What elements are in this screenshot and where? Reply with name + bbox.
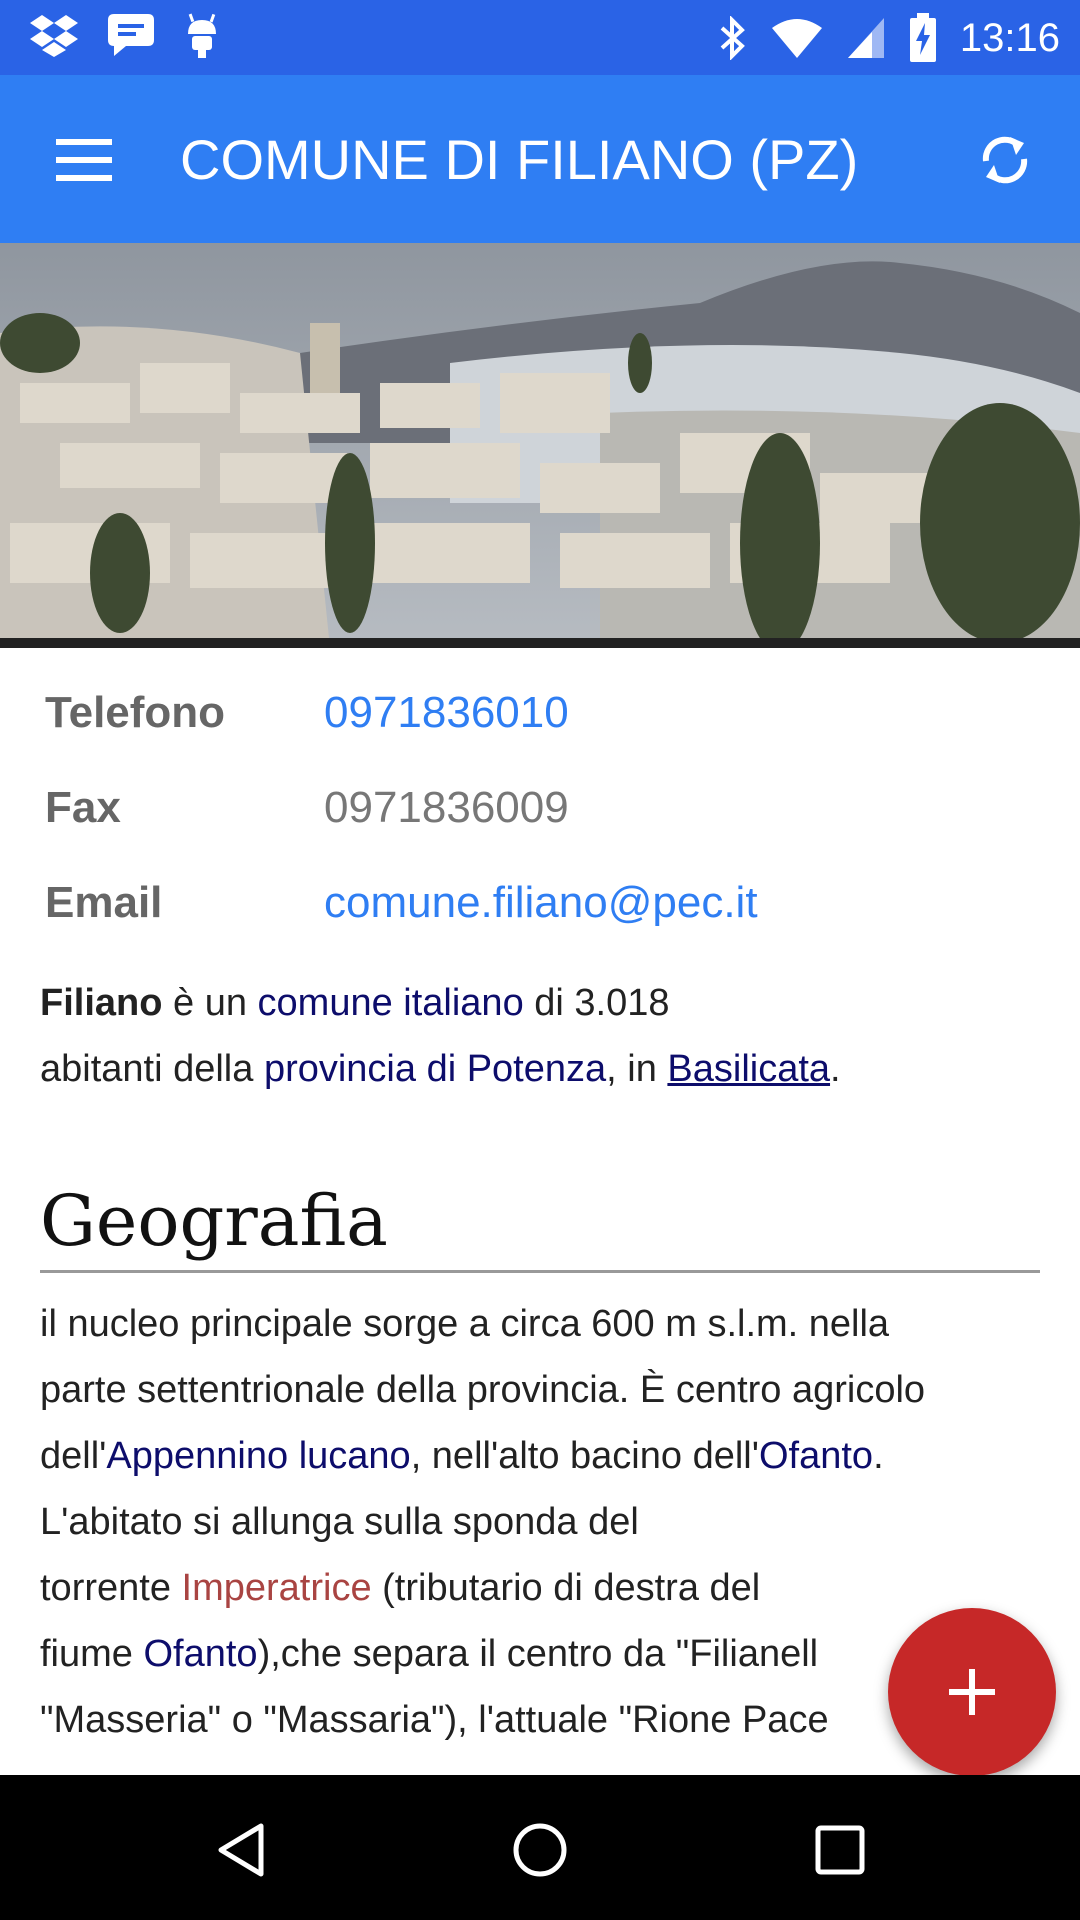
navigation-bar [0,1775,1080,1920]
intro-paragraph: Filiano è un comune italiano di 3.018 ab… [40,970,1040,1102]
status-bar: 13:16 [0,0,1080,75]
link-basilicata[interactable]: Basilicata [667,1048,830,1090]
menu-button[interactable] [42,125,112,195]
geo-text: (tributario di destra del [371,1567,761,1609]
battery-charging-icon [909,13,936,62]
link-ofanto[interactable]: Ofanto [759,1435,873,1477]
intro-bold-name: Filiano [40,982,163,1024]
geo-text: fiume [40,1633,144,1675]
fax-label: Fax [45,783,121,832]
geo-text: , nell'alto bacino dell' [410,1435,759,1477]
intro-text: . [830,1048,841,1090]
status-left-icons [30,12,220,58]
back-button[interactable] [196,1805,286,1895]
intro-line-2: abitanti della provincia di Potenza, in … [40,1036,1040,1102]
intro-line-1: Filiano è un comune italiano di 3.018 [40,970,1040,1036]
geo-text: . [873,1435,884,1477]
bluetooth-icon [720,16,745,60]
geo-text: ),che separa il centro da "Filianell [257,1633,819,1675]
hamburger-line [56,175,112,181]
intro-text: , in [606,1048,668,1090]
dropbox-icon [30,15,78,57]
geo-text: torrente [40,1567,182,1609]
app-bar: COMUNE DI FILIANO (PZ) [0,75,1080,243]
fax-value: 0971836009 [324,783,569,832]
link-provincia-potenza[interactable]: provincia di Potenza [264,1048,606,1090]
clock: 13:16 [959,15,1060,60]
wifi-icon [771,19,822,58]
phone-label: Telefono [45,688,226,737]
recents-icon [815,1825,865,1875]
town-photo-drawing [0,243,1080,648]
section-heading-geografia: Geografia [40,1180,1040,1273]
email-link[interactable]: comune.filiano@pec.it [324,878,758,928]
geo-line: parte settentrionale della provincia. È … [40,1369,926,1411]
hamburger-menu-icon [56,139,112,145]
geo-line: il nucleo principale sorge a circa 600 m… [40,1303,890,1345]
intro-text: è un [162,982,258,1024]
app-title: COMUNE DI FILIANO (PZ) [180,128,859,191]
intro-text: di 3.018 [523,982,670,1024]
geo-text: dell' [40,1435,107,1477]
email-label: Email [45,878,163,927]
geo-line: torrente Imperatrice (tributario di dest… [40,1555,1040,1621]
signal-icon [847,18,884,58]
link-comune-italiano[interactable]: comune italiano [258,982,524,1024]
home-icon [513,1823,567,1877]
status-right-icons: 13:16 [718,8,1060,68]
intro-text: abitanti della [40,1048,264,1090]
refresh-icon [982,136,1028,184]
phone-link[interactable]: 0971836010 [324,688,569,738]
refresh-button[interactable] [970,125,1040,195]
link-appennino-lucano[interactable]: Appennino lucano [106,1435,410,1477]
add-fab-button[interactable] [888,1608,1056,1776]
geo-line: dell'Appennino lucano, nell'alto bacino … [40,1423,1040,1489]
back-icon [218,1823,264,1877]
hamburger-line [56,157,112,163]
link-imperatrice[interactable]: Imperatrice [182,1567,372,1609]
recents-button[interactable] [795,1805,885,1895]
home-button[interactable] [495,1805,585,1895]
geo-line: L'abitato si allunga sulla sponda del [40,1501,639,1543]
plus-icon [949,1669,995,1715]
town-photo [0,243,1080,648]
message-icon [108,14,154,56]
android-icon [188,13,216,58]
link-ofanto-2[interactable]: Ofanto [143,1633,257,1675]
